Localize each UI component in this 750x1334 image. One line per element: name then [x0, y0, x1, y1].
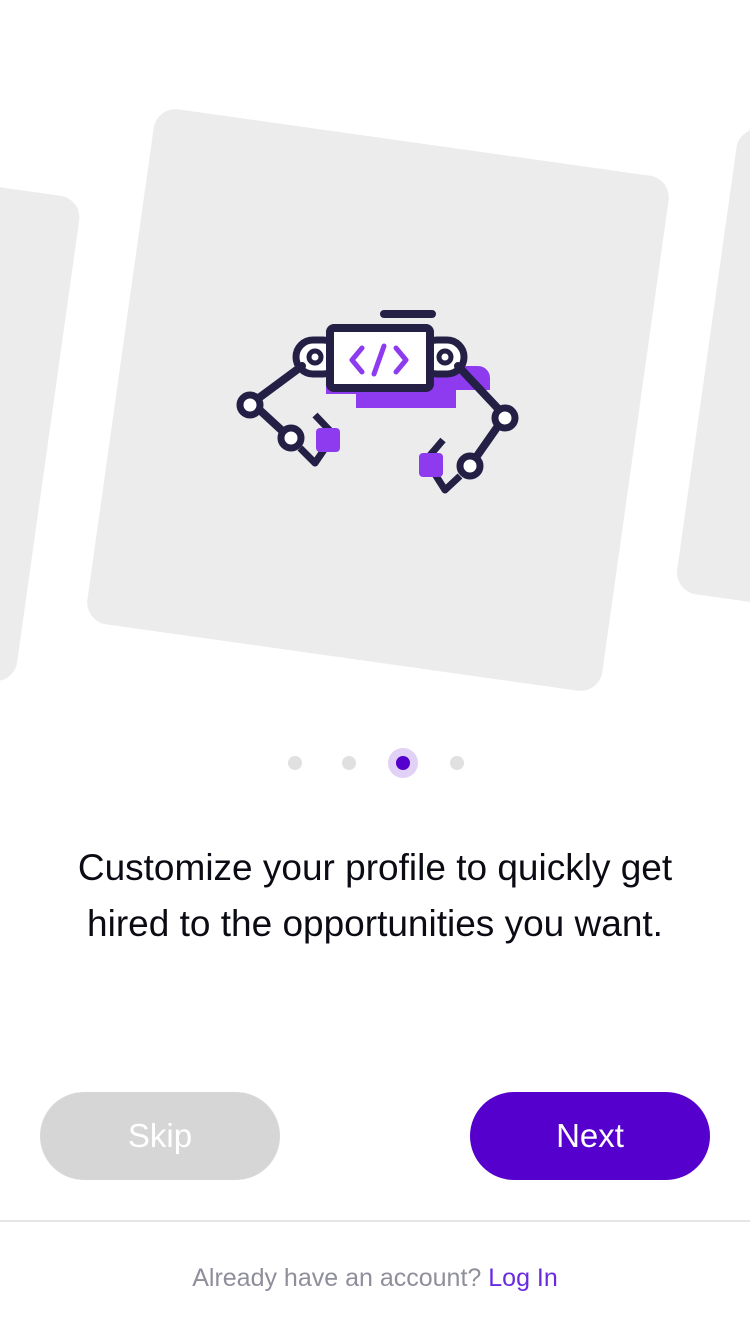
footer-divider: [0, 1220, 750, 1222]
page-dot-4[interactable]: [450, 756, 464, 770]
page-dot-3-active[interactable]: [388, 748, 418, 778]
robot-arms-code-icon: [236, 310, 519, 494]
login-prompt: Already have an account? Log In: [0, 1258, 750, 1298]
onboarding-screen: Customize your profile to quickly get hi…: [0, 0, 750, 1334]
onboarding-message: Customize your profile to quickly get hi…: [40, 840, 710, 952]
carousel-page-indicator: [0, 748, 750, 778]
onboarding-message-line-2: hired to the opportunities you want.: [87, 903, 663, 944]
onboarding-message-line-1: Customize your profile to quickly get: [77, 847, 673, 888]
skip-button[interactable]: Skip: [40, 1092, 280, 1180]
page-dot-2[interactable]: [342, 756, 356, 770]
next-button[interactable]: Next: [470, 1092, 710, 1180]
login-prompt-text: Already have an account?: [192, 1264, 482, 1292]
carousel-card-next[interactable]: [674, 125, 750, 645]
login-link[interactable]: Log In: [488, 1264, 558, 1292]
carousel-card-previous[interactable]: [0, 145, 83, 685]
page-dot-1[interactable]: [288, 756, 302, 770]
